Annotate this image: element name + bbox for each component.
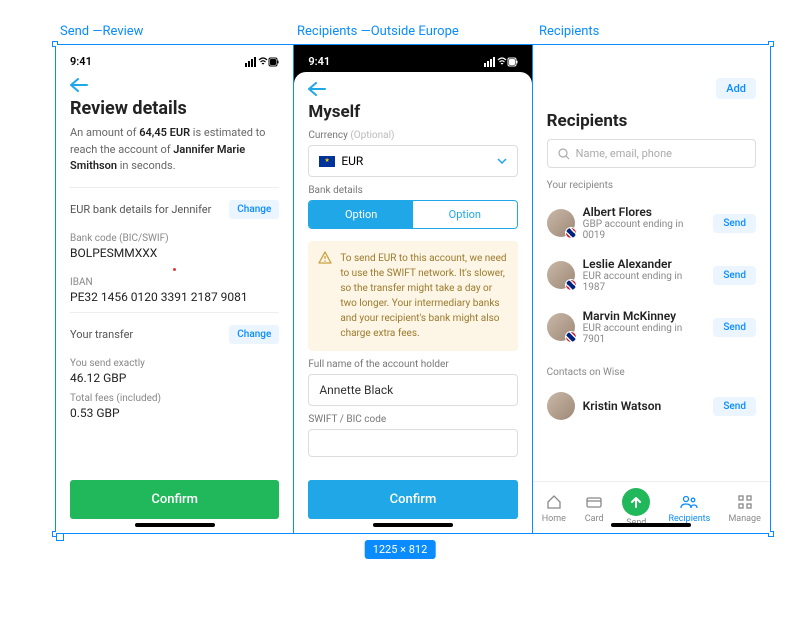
back-button[interactable] xyxy=(56,72,293,92)
change-transfer-button[interactable]: Change xyxy=(229,325,279,344)
bank-details-label: Bank details xyxy=(308,185,517,196)
recipient-sub: GBP account ending in 0019 xyxy=(583,219,706,241)
recipient-name: Leslie Alexander xyxy=(583,257,706,271)
swift-input[interactable] xyxy=(308,429,517,457)
contact-name: Kristin Watson xyxy=(583,399,706,413)
search-icon xyxy=(558,148,570,160)
recipient-sub: EUR account ending in 1987 xyxy=(583,271,706,293)
screen-recipients: 9:41 Add Recipients Name, email, phone Y… xyxy=(533,45,770,533)
segment-option-a[interactable]: Option xyxy=(309,201,413,228)
page-title: Myself xyxy=(308,102,517,122)
bank-details-segment: Option Option xyxy=(308,200,517,229)
contact-row[interactable]: Kristin Watson Send xyxy=(547,384,756,428)
card-icon xyxy=(584,492,604,512)
you-send-value: 46.12 GBP xyxy=(70,371,279,385)
confirm-button[interactable]: Confirm xyxy=(70,480,279,519)
chevron-down-icon xyxy=(497,158,507,164)
search-placeholder: Name, email, phone xyxy=(576,147,672,160)
bic-label: Bank code (BIC/SWIF) xyxy=(70,233,279,244)
avatar xyxy=(547,313,575,341)
add-button[interactable]: Add xyxy=(716,78,756,99)
status-time: 9:41 xyxy=(70,55,92,68)
recipient-row[interactable]: Albert Flores GBP account ending in 0019… xyxy=(547,197,756,249)
recipient-row[interactable]: Leslie Alexander EUR account ending in 1… xyxy=(547,249,756,301)
page-title: Recipients xyxy=(547,111,756,131)
fees-label: Total fees (included) xyxy=(70,393,279,404)
eu-flag-icon xyxy=(319,156,335,167)
label-screen3: Recipients xyxy=(539,24,599,39)
uk-flag-icon xyxy=(565,227,577,239)
contacts-title: Contacts on Wise xyxy=(547,367,756,378)
error-indicator-icon xyxy=(173,268,176,271)
label-screen1: Send —Review xyxy=(55,24,297,39)
swift-label: SWIFT / BIC code xyxy=(308,414,517,425)
recipient-name: Albert Flores xyxy=(583,205,706,219)
search-input[interactable]: Name, email, phone xyxy=(547,139,756,168)
bank-details-title: EUR bank details for Jennifer xyxy=(70,203,211,216)
avatar xyxy=(547,261,575,289)
send-button[interactable]: Send xyxy=(713,214,756,233)
page-title: Review details xyxy=(70,98,279,119)
segment-option-b[interactable]: Option xyxy=(413,201,517,228)
home-indicator xyxy=(373,523,453,527)
tab-send[interactable]: Send xyxy=(622,488,650,528)
confirm-button[interactable]: Confirm xyxy=(308,480,517,519)
iban-value: PE32 1456 0120 3391 2187 9081 xyxy=(70,290,279,304)
manage-icon xyxy=(735,492,755,512)
home-icon xyxy=(544,492,564,512)
recipient-name: Marvin McKinney xyxy=(583,309,706,323)
dimensions-badge: 1225 × 812 xyxy=(365,540,436,559)
tab-card[interactable]: Card xyxy=(584,492,604,524)
tab-home[interactable]: Home xyxy=(542,492,566,524)
status-time: 9:41 xyxy=(308,55,330,68)
home-indicator xyxy=(611,523,691,527)
status-indicators xyxy=(484,57,518,67)
frame-labels: Send —Review Recipients —Outside Europe … xyxy=(55,24,599,39)
currency-label: Currency (Optional) xyxy=(308,130,517,141)
avatar xyxy=(547,209,575,237)
swift-warning: To send EUR to this account, we need to … xyxy=(308,241,517,351)
tab-manage[interactable]: Manage xyxy=(728,492,760,524)
back-button[interactable] xyxy=(294,76,531,96)
label-screen2: Recipients —Outside Europe xyxy=(297,24,539,39)
selection-frame: 9:41 Review details An amount of 64,45 E… xyxy=(55,44,771,534)
iban-label: IBAN xyxy=(70,277,279,288)
transfer-title: Your transfer xyxy=(70,328,133,341)
status-bar: 9:41 xyxy=(294,45,531,72)
send-up-icon xyxy=(622,488,650,516)
warning-text: To send EUR to this account, we need to … xyxy=(340,251,507,341)
review-summary: An amount of 64,45 EUR is estimated to r… xyxy=(70,125,279,175)
status-bar: 9:41 xyxy=(56,45,293,72)
you-send-label: You send exactly xyxy=(70,358,279,369)
warning-icon xyxy=(318,251,332,341)
fees-value: 0.53 GBP xyxy=(70,406,279,420)
uk-flag-icon xyxy=(565,331,577,343)
recipient-sub: EUR account ending in 7901 xyxy=(583,323,706,345)
change-bank-button[interactable]: Change xyxy=(229,200,279,219)
screen-recipients-outside-europe: 9:41 Myself Currency (Optional) EUR xyxy=(294,45,532,533)
send-button[interactable]: Send xyxy=(713,318,756,337)
screen-send-review: 9:41 Review details An amount of 64,45 E… xyxy=(56,45,294,533)
bic-value: BOLPESMMXXX xyxy=(70,246,279,260)
status-indicators xyxy=(245,57,279,67)
your-recipients-title: Your recipients xyxy=(547,180,756,191)
recipients-icon xyxy=(679,492,699,512)
home-indicator xyxy=(135,523,215,527)
full-name-input[interactable]: Annette Black xyxy=(308,374,517,406)
currency-select[interactable]: EUR xyxy=(308,145,517,177)
send-button[interactable]: Send xyxy=(713,266,756,285)
uk-flag-icon xyxy=(565,279,577,291)
tab-recipients[interactable]: Recipients xyxy=(668,492,710,524)
full-name-label: Full name of the account holder xyxy=(308,359,517,370)
avatar xyxy=(547,392,575,420)
recipient-row[interactable]: Marvin McKinney EUR account ending in 79… xyxy=(547,301,756,353)
send-button[interactable]: Send xyxy=(713,397,756,416)
